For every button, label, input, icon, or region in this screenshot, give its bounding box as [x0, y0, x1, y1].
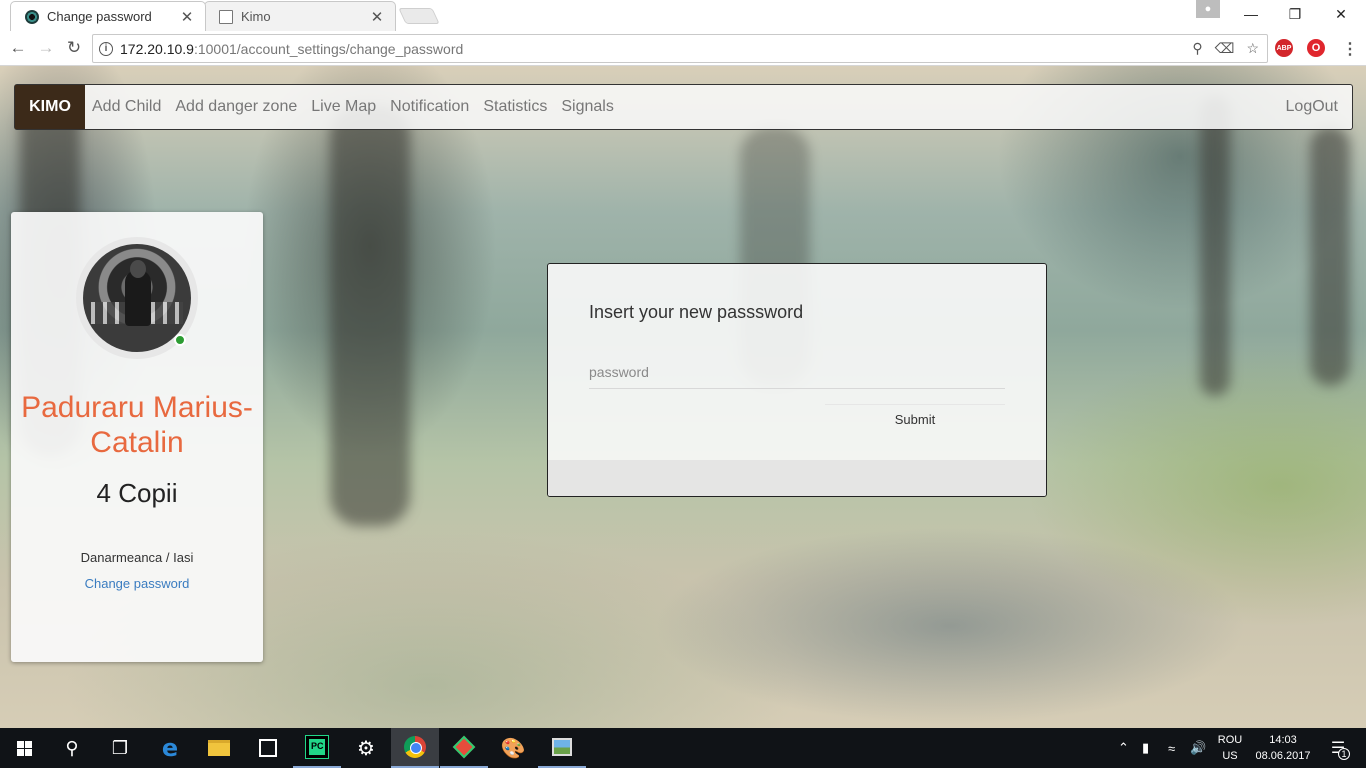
maximize-button[interactable]: ❐ — [1272, 0, 1318, 28]
bookmark-star-icon[interactable]: ☆ — [1246, 40, 1259, 57]
tab-kimo[interactable]: Kimo ✕ — [204, 1, 396, 31]
translate-icon[interactable]: ⌫ — [1215, 40, 1235, 57]
browser-menu-icon[interactable]: ⋮ — [1342, 39, 1358, 59]
wifi-icon[interactable]: ≈ — [1168, 728, 1175, 768]
windows-logo-icon — [16, 740, 32, 756]
url-host: 172.20.10.9 — [120, 40, 194, 57]
nav-signals[interactable]: Signals — [554, 98, 620, 116]
system-clock[interactable]: 14:03 08.06.2017 — [1252, 732, 1314, 764]
avatar-head — [130, 260, 146, 278]
form-title: Insert your new passsword — [589, 302, 804, 322]
tab-close-icon[interactable]: ✕ — [179, 8, 195, 26]
document-favicon-icon — [219, 9, 233, 24]
zoom-icon[interactable]: ⚲ — [1192, 40, 1202, 57]
user-location: Danarmeanca / Iasi — [80, 550, 194, 565]
tab-close-icon[interactable]: ✕ — [369, 8, 385, 26]
background-tree — [330, 106, 410, 526]
language-code: ROU — [1217, 734, 1243, 746]
language-indicator[interactable]: ROU US — [1216, 732, 1244, 764]
logout-link[interactable]: LogOut — [1286, 85, 1338, 129]
submit-button[interactable]: Submit — [825, 404, 1005, 434]
avatar-person — [125, 270, 151, 326]
action-center-icon[interactable]: ☰ 1 — [1318, 728, 1358, 768]
clock-time: 14:03 — [1269, 734, 1297, 746]
nav-add-child[interactable]: Add Child — [85, 98, 168, 116]
edge-browser-icon[interactable]: e — [146, 728, 194, 768]
nav-statistics[interactable]: Statistics — [476, 98, 554, 116]
clock-date: 08.06.2017 — [1255, 750, 1311, 762]
minimize-button[interactable]: — — [1228, 0, 1274, 28]
close-window-button[interactable]: ✕ — [1318, 0, 1364, 28]
photos-icon[interactable] — [538, 728, 586, 768]
adblock-extension-icon[interactable]: ABP — [1275, 39, 1293, 57]
battery-icon[interactable]: ▮ — [1142, 728, 1149, 768]
tab-title: Kimo — [241, 9, 271, 24]
nav-live-map[interactable]: Live Map — [304, 98, 383, 116]
show-hidden-icons-icon[interactable]: ⌃ — [1118, 728, 1129, 768]
form-footer — [548, 460, 1046, 496]
nav-links: Add Child Add danger zone Live Map Notif… — [85, 85, 621, 129]
eye-favicon-icon — [25, 9, 39, 24]
site-info-icon[interactable]: i — [99, 41, 113, 56]
paint-icon[interactable]: 🎨 — [489, 728, 537, 768]
reload-icon[interactable]: ↻ — [63, 37, 85, 59]
tab-title: Change password — [47, 9, 152, 24]
nav-add-danger-zone[interactable]: Add danger zone — [168, 98, 304, 116]
settings-gear-icon[interactable]: ⚙ — [342, 728, 390, 768]
address-bar[interactable]: i 172.20.10.9:10001/account_settings/cha… — [92, 34, 1268, 63]
url-path: :10001/account_settings/change_password — [193, 40, 464, 57]
online-status-icon — [174, 334, 186, 346]
git-client-icon[interactable] — [440, 728, 488, 768]
keyboard-layout: US — [1222, 750, 1238, 762]
pycharm-icon[interactable]: PC — [293, 728, 341, 768]
background-tree — [1310, 126, 1350, 386]
background-tree — [1200, 96, 1230, 396]
chrome-icon[interactable] — [391, 728, 439, 768]
page-background: KIMO Add Child Add danger zone Live Map … — [0, 66, 1366, 728]
children-count: 4 Copii — [96, 478, 178, 508]
password-input[interactable] — [589, 355, 1005, 389]
task-view-icon[interactable]: ❐ — [96, 728, 144, 768]
change-password-form: Insert your new passsword Submit — [547, 263, 1047, 497]
forward-arrow-icon[interactable]: → — [35, 37, 57, 59]
back-arrow-icon[interactable]: ← — [7, 37, 29, 59]
volume-icon[interactable]: 🔊 — [1190, 728, 1206, 768]
file-explorer-icon[interactable] — [195, 728, 243, 768]
new-tab-button[interactable] — [398, 8, 440, 24]
profile-icon[interactable]: ● — [1196, 0, 1220, 18]
search-icon[interactable]: ⚲ — [48, 728, 96, 768]
browser-toolbar: ← → ↻ i 172.20.10.9:10001/account_settin… — [0, 31, 1366, 66]
opera-extension-icon[interactable]: O — [1307, 39, 1325, 57]
browser-tabstrip: Change password ✕ Kimo ✕ ● — ❐ ✕ — [0, 0, 1366, 31]
change-password-link[interactable]: Change password — [11, 576, 263, 591]
top-navbar: KIMO Add Child Add danger zone Live Map … — [14, 84, 1353, 130]
user-name: Paduraru Marius-Catalin — [21, 391, 253, 459]
nav-notification[interactable]: Notification — [383, 98, 476, 116]
windows-taskbar: ⚲ ❐ e PC ⚙ 🎨 ⌃ ▮ ≈ 🔊 ROU US 14:03 08.06.… — [0, 728, 1366, 768]
notification-count: 1 — [1338, 748, 1350, 760]
tab-change-password[interactable]: Change password ✕ — [10, 1, 206, 31]
start-button[interactable] — [0, 728, 48, 768]
store-icon[interactable] — [244, 728, 292, 768]
profile-card: Paduraru Marius-Catalin 4 Copii Danarmea… — [11, 212, 263, 662]
brand-logo[interactable]: KIMO — [15, 85, 85, 129]
